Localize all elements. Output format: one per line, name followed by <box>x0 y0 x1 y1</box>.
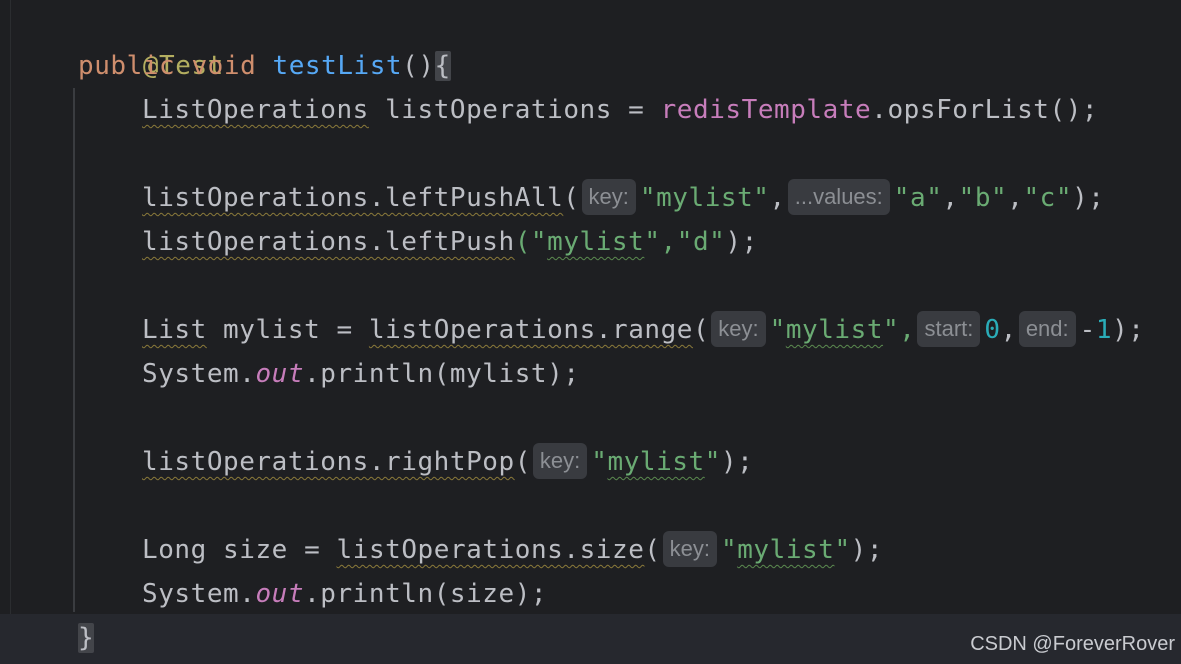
number-zero: 0 <box>984 315 1001 345</box>
assign-operator: = <box>336 315 353 345</box>
comma: , <box>1000 315 1017 345</box>
string-open-quote: " <box>769 315 786 345</box>
inlay-hint-key: key: <box>532 443 588 479</box>
static-field-out: out <box>255 579 305 609</box>
string-open-quote: (" <box>514 227 548 257</box>
string-close-quote: " <box>834 535 851 565</box>
field-redis-template: redisTemplate <box>660 95 872 125</box>
comma: , <box>942 183 959 213</box>
method-name: testList <box>272 51 403 81</box>
string-open-quote: " <box>720 535 738 565</box>
code-line-print-mylist[interactable]: System.out.println(mylist); <box>142 352 580 396</box>
keyword-public: public <box>78 51 176 81</box>
code-editor[interactable]: @Test public void testList(){ ListOperat… <box>0 0 1181 664</box>
watermark: CSDN @ForeverRover <box>970 633 1175 655</box>
number-one: 1 <box>1095 315 1113 345</box>
open-paren: ( <box>563 183 580 213</box>
inlay-hint-start: start: <box>917 311 981 347</box>
code-line-close-brace[interactable]: } <box>78 616 95 660</box>
variable-size: size <box>223 535 288 565</box>
keyword-void: void <box>191 51 257 81</box>
string-mylist: "mylist" <box>639 183 770 213</box>
code-line-list-operations[interactable]: ListOperations listOperations = redisTem… <box>142 88 1098 132</box>
call-right-pop: listOperations.rightPop <box>142 447 515 477</box>
method-parens: () <box>402 51 435 81</box>
close-paren: ); <box>725 227 758 257</box>
close-paren: ); <box>1072 183 1105 213</box>
variable-list-operations: listOperations <box>385 95 612 125</box>
static-field-out: out <box>255 359 305 389</box>
string-c: "c" <box>1023 183 1073 213</box>
string-d: "d" <box>676 227 726 257</box>
string-mylist: mylist <box>785 315 884 345</box>
code-line-right-pop[interactable]: listOperations.rightPop(key: "mylist"); <box>142 440 753 484</box>
code-line-left-push[interactable]: listOperations.leftPush("mylist","d"); <box>142 220 758 264</box>
inlay-hint-end: end: <box>1018 311 1076 347</box>
assign-operator: = <box>628 95 645 125</box>
call-size: listOperations.size <box>336 535 645 565</box>
type-list-operations: ListOperations <box>142 95 369 125</box>
code-line-annotation[interactable]: @Test <box>78 0 224 81</box>
call-println: .println(size); <box>304 579 548 609</box>
string-b: "b" <box>958 183 1008 213</box>
gutter-divider <box>10 0 11 664</box>
string-close-quote: " <box>704 447 721 477</box>
class-system: System. <box>142 359 256 389</box>
code-line-left-push-all[interactable]: listOperations.leftPushAll(key: "mylist",… <box>142 176 1105 220</box>
code-line-range[interactable]: List mylist = listOperations.range(key: "… <box>142 308 1145 352</box>
assign-operator: = <box>304 535 321 565</box>
open-paren: ( <box>693 315 710 345</box>
inlay-hint-key: key: <box>581 179 636 215</box>
type-list: List <box>142 315 207 345</box>
inlay-hint-key: key: <box>662 531 717 567</box>
indent-guide <box>73 88 75 612</box>
code-line-size[interactable]: Long size = listOperations.size(key: "myl… <box>142 528 883 572</box>
call-left-push-all: listOperations.leftPushAll <box>142 183 564 213</box>
string-mylist: mylist <box>737 535 835 565</box>
string-mylist: mylist <box>547 227 645 257</box>
close-paren: ); <box>720 447 754 477</box>
close-paren: ); <box>850 535 884 565</box>
string-close-quote: ", <box>883 315 916 345</box>
type-long: Long <box>142 535 207 565</box>
call-println: .println(mylist); <box>304 359 580 389</box>
close-brace: } <box>78 623 95 653</box>
string-open-quote: " <box>591 447 608 477</box>
code-line-print-size[interactable]: System.out.println(size); <box>142 572 547 616</box>
call-range: listOperations.range <box>368 315 694 345</box>
comma: , <box>1007 183 1024 213</box>
string-mylist: mylist <box>607 447 705 477</box>
inlay-hint-key: key: <box>711 311 766 347</box>
open-paren: ( <box>644 535 661 565</box>
variable-mylist: mylist <box>223 315 321 345</box>
inlay-hint-values: ...values: <box>787 179 890 215</box>
comma: , <box>769 183 786 213</box>
call-left-push: listOperations.leftPush <box>142 227 515 257</box>
string-a: "a" <box>893 183 943 213</box>
call-ops-for-list: .opsForList(); <box>871 95 1099 125</box>
string-close-quote: ", <box>644 227 677 257</box>
open-paren: ( <box>514 447 531 477</box>
close-paren: ); <box>1112 315 1145 345</box>
open-brace: { <box>434 51 451 81</box>
minus-sign: - <box>1079 315 1096 345</box>
class-system: System. <box>142 579 256 609</box>
code-line-method-signature[interactable]: public void testList(){ <box>78 44 451 88</box>
